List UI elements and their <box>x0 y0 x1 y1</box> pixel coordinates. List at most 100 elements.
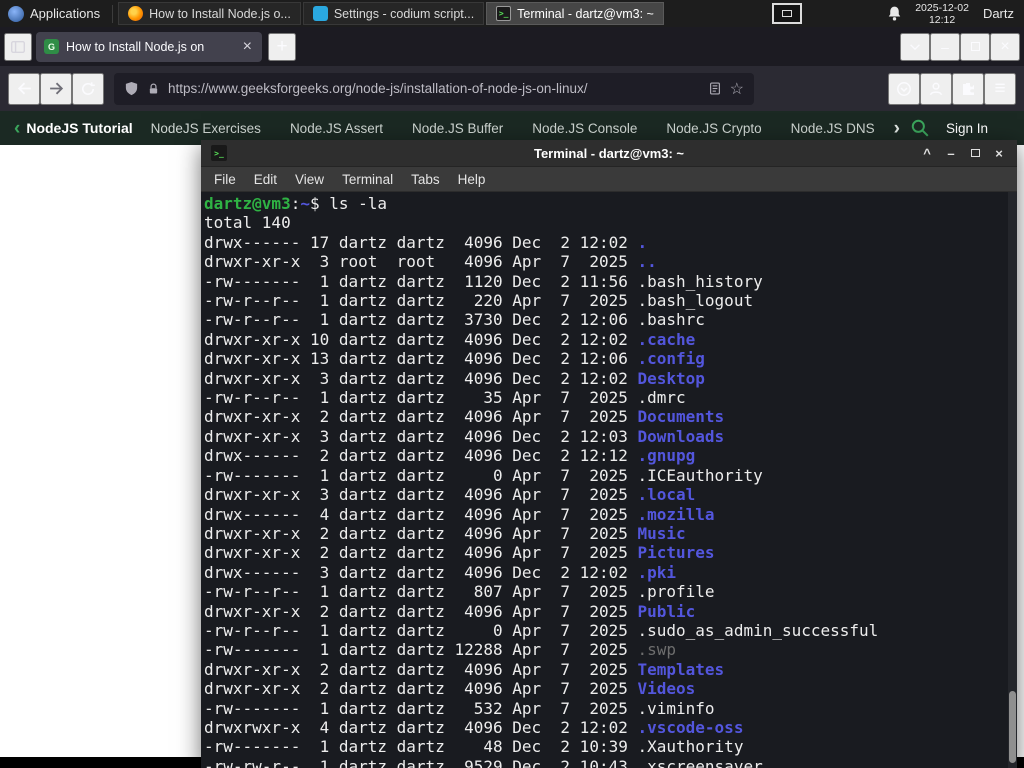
terminal-scrollbar-thumb[interactable] <box>1009 691 1016 763</box>
new-tab-button[interactable]: + <box>268 32 296 61</box>
gfg-nav-link[interactable]: Node.JS Console <box>532 121 637 136</box>
url-text: https://www.geeksforgeeks.org/node-js/in… <box>168 81 588 96</box>
terminal-line: drwx------ 2 dartz dartz 4096 Dec 2 12:1… <box>204 446 696 466</box>
search-icon[interactable] <box>910 118 930 138</box>
terminal-menu-edit[interactable]: Edit <box>245 172 286 187</box>
tab-close-button[interactable]: × <box>241 38 254 55</box>
terminal-titlebar[interactable]: >_ Terminal - dartz@vm3: ~ ^ – × <box>201 140 1017 167</box>
browser-tab[interactable]: G How to Install Node.js on × <box>36 31 262 62</box>
terminal-line: drwxr-xr-x 3 dartz dartz 4096 Dec 2 12:0… <box>204 426 725 446</box>
reader-mode-icon[interactable] <box>708 81 722 96</box>
applications-menu[interactable]: Applications <box>0 0 108 27</box>
terminal-window-controls: ^ – × <box>915 143 1011 163</box>
terminal-app-icon: >_ <box>211 145 227 161</box>
terminal-line: -rw-r--r-- 1 dartz dartz 35 Apr 7 2025 .… <box>204 388 686 408</box>
forward-button[interactable] <box>40 72 72 105</box>
terminal-line: drwx------ 4 dartz dartz 4096 Apr 7 2025… <box>204 504 715 524</box>
terminal-line: drwxr-xr-x 2 dartz dartz 4096 Apr 7 2025… <box>204 679 696 699</box>
terminal-entries: drwx------ 17 dartz dartz 4096 Dec 2 12:… <box>204 233 1017 768</box>
terminal-line: -rw-r--r-- 1 dartz dartz 807 Apr 7 2025 … <box>204 582 715 602</box>
gfg-nav-link[interactable]: Node.JS DNS <box>791 121 875 136</box>
browser-minimize-button[interactable]: – <box>930 32 960 61</box>
terminal-icon: >_ <box>496 6 512 21</box>
terminal-line: -rw-r--r-- 1 dartz dartz 220 Apr 7 2025 … <box>204 291 754 311</box>
sign-in-button[interactable]: Sign In <box>946 121 988 136</box>
list-all-tabs-button[interactable] <box>900 32 930 61</box>
terminal-line: drwxr-xr-x 3 root root 4096 Apr 7 2025 .… <box>204 252 657 272</box>
terminal-line: -rw------- 1 dartz dartz 48 Dec 2 10:39 … <box>204 737 744 757</box>
notification-bell-icon[interactable] <box>886 5 903 22</box>
terminal-window: >_ Terminal - dartz@vm3: ~ ^ – × File Edi… <box>201 140 1017 768</box>
terminal-title: Terminal - dartz@vm3: ~ <box>533 145 685 161</box>
taskbar-button-codium[interactable]: Settings - codium script... <box>302 2 485 25</box>
lock-icon[interactable] <box>147 82 160 96</box>
terminal-menu-view[interactable]: View <box>286 172 333 187</box>
distro-logo-icon <box>8 5 24 22</box>
terminal-line: -rw-rw-r-- 1 dartz dartz 9529 Dec 2 10:4… <box>204 756 763 768</box>
back-button[interactable] <box>8 72 40 105</box>
toolbar-right-buttons: ≡ <box>888 72 1016 105</box>
terminal-menubar: File Edit View Terminal Tabs Help <box>201 167 1017 192</box>
terminal-line: drwxr-xr-x 2 dartz dartz 4096 Apr 7 2025… <box>204 543 715 563</box>
gfg-nav-links: NodeJS Exercises Node.JS Assert Node.JS Bu… <box>151 121 890 136</box>
terminal-line: drwxr-xr-x 13 dartz dartz 4096 Dec 2 12:… <box>204 349 705 369</box>
terminal-line: drwxr-xr-x 10 dartz dartz 4096 Dec 2 12:… <box>204 329 696 349</box>
tab-bar: G How to Install Node.js on × + – × <box>0 27 1024 66</box>
terminal-menu-help[interactable]: Help <box>449 172 495 187</box>
navigation-toolbar: https://www.geeksforgeeks.org/node-js/in… <box>0 66 1024 111</box>
terminal-scrollbar[interactable] <box>1008 192 1017 768</box>
terminal-prompt-line: dartz@vm3:~$ ls -la <box>204 194 388 213</box>
top-panel: Applications How to Install Node.js o...… <box>0 0 1024 27</box>
terminal-line: -rw-r--r-- 1 dartz dartz 3730 Dec 2 12:0… <box>204 310 705 330</box>
tracking-shield-icon[interactable] <box>124 81 139 96</box>
terminal-line: drwxr-xr-x 2 dartz dartz 4096 Apr 7 2025… <box>204 523 686 543</box>
terminal-line: drwxr-xr-x 2 dartz dartz 4096 Apr 7 2025… <box>204 601 696 621</box>
pocket-icon[interactable] <box>888 72 920 105</box>
nav-scroll-right-icon[interactable]: › <box>890 119 904 138</box>
terminal-line: drwxr-xr-x 3 dartz dartz 4096 Apr 7 2025… <box>204 485 696 505</box>
gfg-nav-link[interactable]: NodeJS Exercises <box>151 121 261 136</box>
tab-title: How to Install Node.js on <box>66 39 205 54</box>
terminal-line: drwxr-xr-x 2 dartz dartz 4096 Apr 7 2025… <box>204 407 725 427</box>
terminal-line: drwxr-xr-x 3 dartz dartz 4096 Dec 2 12:0… <box>204 368 705 388</box>
nav-scroll-left-icon[interactable]: ‹ <box>10 119 24 138</box>
terminal-line: drwxrwxr-x 4 dartz dartz 4096 Dec 2 12:0… <box>204 717 744 737</box>
menu-hamburger-icon[interactable]: ≡ <box>984 72 1016 105</box>
terminal-menu-terminal[interactable]: Terminal <box>333 172 402 187</box>
panel-username: Dartz <box>982 6 1014 21</box>
terminal-maximize-button[interactable] <box>963 143 987 163</box>
terminal-menu-tabs[interactable]: Tabs <box>402 172 449 187</box>
tray-terminal-icon[interactable] <box>772 3 803 24</box>
terminal-close-button[interactable]: × <box>987 143 1011 163</box>
panel-separator <box>112 4 114 23</box>
taskbar-button-terminal[interactable]: >_ Terminal - dartz@vm3: ~ <box>486 2 664 25</box>
system-tray <box>772 3 803 24</box>
terminal-line: drwxr-xr-x 2 dartz dartz 4096 Apr 7 2025… <box>204 659 725 679</box>
terminal-shade-button[interactable]: ^ <box>915 143 939 163</box>
browser-restore-button[interactable] <box>960 32 990 61</box>
panel-clock[interactable]: 2025-12-02 12:12 <box>915 2 969 26</box>
firefox-icon <box>128 6 144 21</box>
gfg-nav-link[interactable]: Node.JS Buffer <box>412 121 503 136</box>
reload-button[interactable] <box>72 72 104 105</box>
gfg-nav-link[interactable]: Node.JS Assert <box>290 121 383 136</box>
browser-close-button[interactable]: × <box>990 32 1020 61</box>
terminal-line: -rw------- 1 dartz dartz 12288 Apr 7 202… <box>204 640 677 660</box>
clock-date: 2025-12-02 <box>915 1 969 14</box>
account-icon[interactable] <box>920 72 952 105</box>
gfg-nav-link[interactable]: Node.JS Crypto <box>666 121 761 136</box>
terminal-menu-file[interactable]: File <box>205 172 245 187</box>
applications-label: Applications <box>30 6 101 21</box>
codium-icon <box>312 6 328 21</box>
terminal-minimize-button[interactable]: – <box>939 143 963 163</box>
gfg-brand[interactable]: NodeJS Tutorial <box>26 120 132 136</box>
taskbar-button-firefox[interactable]: How to Install Node.js o... <box>118 2 301 25</box>
firefox-view-button[interactable] <box>4 32 32 61</box>
terminal-output[interactable]: dartz@vm3:~$ ls -la total 140 drwx------… <box>201 192 1017 768</box>
extensions-puzzle-icon[interactable] <box>952 72 984 105</box>
url-bar[interactable]: https://www.geeksforgeeks.org/node-js/in… <box>114 72 754 105</box>
bookmark-star-icon[interactable]: ☆ <box>730 79 744 99</box>
terminal-line: -rw-r--r-- 1 dartz dartz 0 Apr 7 2025 .s… <box>204 620 879 640</box>
terminal-line: -rw------- 1 dartz dartz 0 Apr 7 2025 .I… <box>204 465 763 485</box>
site-favicon: G <box>44 39 59 54</box>
